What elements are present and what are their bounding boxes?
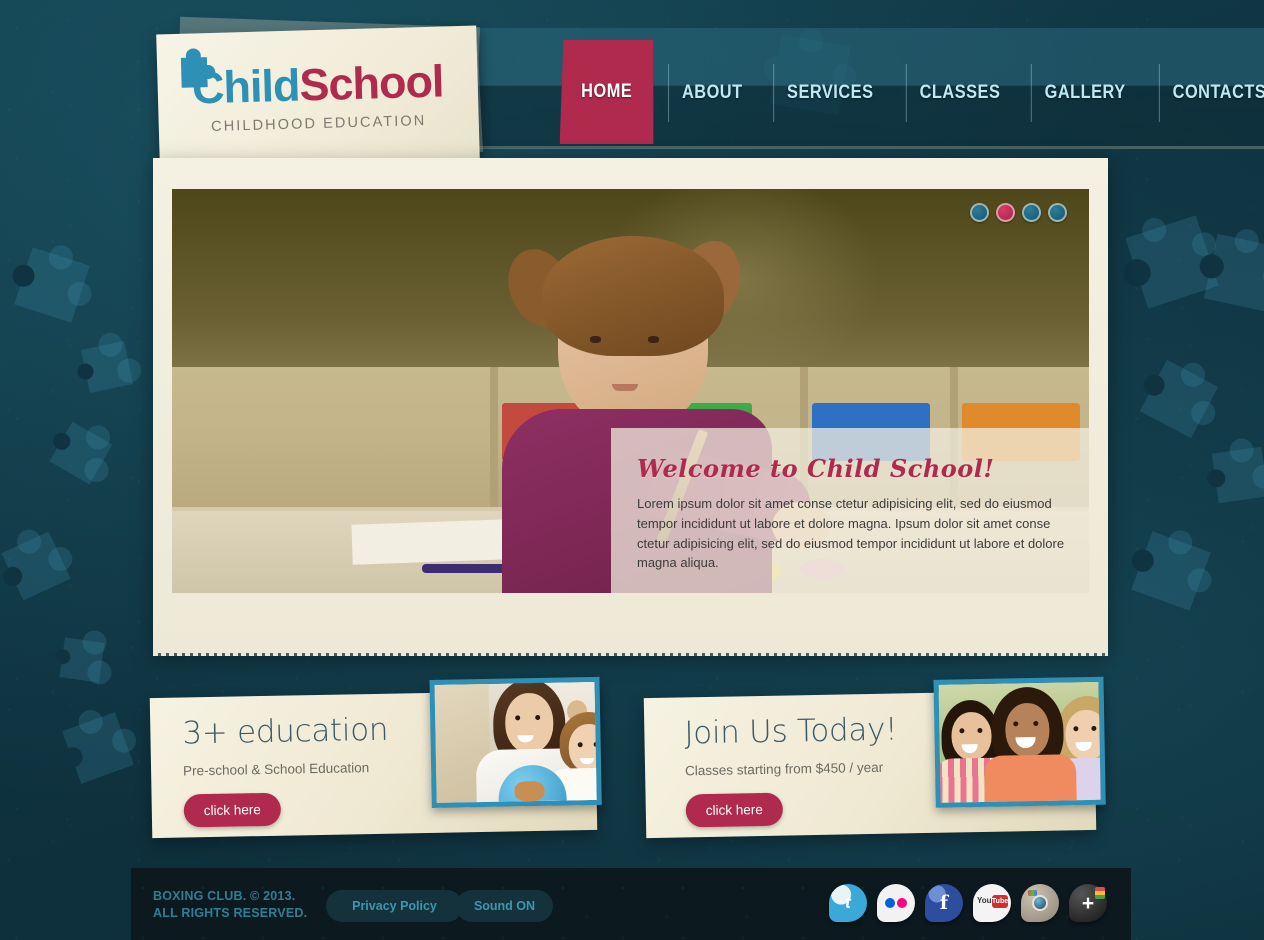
hero-slider[interactable]: Welcome to Child School! Lorem ipsum dol… (172, 189, 1089, 593)
promo-click-here-button[interactable]: click here (183, 792, 282, 828)
promo-content: 3+ education Pre-school & School Educati… (182, 712, 390, 828)
promo-box-join-us: Join Us Today! Classes starting from $45… (643, 676, 1106, 839)
slider-dot-1[interactable] (970, 203, 989, 222)
nav-item-classes[interactable]: CLASSES (905, 44, 1013, 142)
google-stripe (1095, 887, 1105, 899)
slider-dot-2[interactable] (996, 203, 1015, 222)
promo-subtitle: Classes starting from $450 / year (684, 759, 884, 779)
nav-item-services[interactable]: SERVICES (773, 44, 887, 142)
nav-item-contacts[interactable]: CONTACTS (1158, 44, 1264, 142)
slider-caption: Welcome to Child School! Lorem ipsum dol… (611, 428, 1089, 593)
logo[interactable]: ChildSchool CHILDHOOD EDUCATION (156, 25, 480, 168)
privacy-policy-button[interactable]: Privacy Policy (326, 890, 463, 922)
twitter-icon[interactable]: t (829, 884, 867, 922)
mouth (612, 384, 638, 391)
eye (648, 336, 659, 343)
eye (590, 336, 601, 343)
googleplus-icon[interactable]: + (1069, 884, 1107, 922)
girl-face (951, 711, 992, 761)
promo-image-teacher-child (429, 676, 602, 808)
eye (535, 714, 541, 721)
logo-text-school: School (298, 55, 445, 111)
facebook-icon[interactable]: f (925, 884, 963, 922)
eye (515, 715, 521, 721)
youtube-glyph: You (977, 896, 992, 905)
nav-item-about[interactable]: ABOUT (668, 44, 757, 142)
puzzle-decoration (54, 637, 105, 683)
social-links: t f You Tube + (829, 884, 1107, 922)
slider-dot-3[interactable] (1022, 203, 1041, 222)
girl-face (1065, 709, 1106, 761)
eye (1091, 725, 1097, 731)
youtube-icon[interactable]: You Tube (973, 884, 1011, 922)
flickr-icon[interactable] (877, 884, 915, 922)
logo-wordmark: ChildSchool (191, 55, 445, 113)
copyright-line-2: ALL RIGHTS RESERVED. (153, 905, 308, 920)
youtube-tube: Tube (992, 895, 1008, 908)
promo-title: 3+ education (182, 711, 389, 752)
child-face (568, 723, 602, 773)
globe-landmass (514, 780, 545, 802)
promo-image-three-girls (933, 676, 1106, 808)
instagram-icon[interactable] (1021, 884, 1059, 922)
eye (977, 727, 983, 734)
girl-face (1004, 702, 1050, 758)
nav-item-home[interactable]: HOME (559, 40, 654, 144)
puzzle-piece-icon (180, 57, 208, 88)
eye (1073, 726, 1079, 732)
promo-click-here-button[interactable]: click here (685, 792, 784, 828)
eye (1033, 720, 1039, 727)
eye (959, 728, 965, 734)
flickr-dot-pink (897, 898, 907, 908)
flickr-dot-blue (885, 898, 895, 908)
girl-torso (983, 754, 1077, 808)
promo-subtitle: Pre-school & School Education (182, 760, 370, 779)
camera-flash (1028, 890, 1037, 896)
main-content-panel: Welcome to Child School! Lorem ipsum dol… (153, 158, 1108, 656)
slider-caption-title: Welcome to Child School! (637, 454, 995, 483)
main-navigation: HOME ABOUT SERVICES CLASSES GALLERY CONT… (552, 40, 1264, 144)
logo-tagline: CHILDHOOD EDUCATION (210, 112, 427, 135)
puzzle-decoration (1206, 446, 1264, 504)
sound-toggle-button[interactable]: Sound ON (456, 890, 553, 922)
slider-pagination (970, 203, 1067, 222)
nav-bottom-edge (425, 146, 1264, 149)
copyright-line-1: BOXING CLUB. © 2013. (153, 889, 296, 903)
nav-item-gallery[interactable]: GALLERY (1031, 44, 1140, 142)
promo-box-education: 3+ education Pre-school & School Educati… (149, 676, 602, 839)
eye (1013, 721, 1019, 727)
camera-lens (1032, 895, 1048, 911)
teacher-face (504, 692, 554, 754)
site-footer: BOXING CLUB. © 2013. ALL RIGHTS RESERVED… (131, 868, 1131, 940)
site-header: ChildSchool CHILDHOOD EDUCATION HOME ABO… (0, 0, 1264, 169)
slider-caption-text: Lorem ipsum dolor sit amet conse ctetur … (637, 496, 1065, 571)
slider-dot-4[interactable] (1048, 203, 1067, 222)
promo-title: Join Us Today! (684, 711, 898, 752)
puzzle-decoration (75, 340, 134, 394)
copyright: BOXING CLUB. © 2013. ALL RIGHTS RESERVED… (153, 888, 307, 922)
eye (577, 742, 583, 748)
promo-content: Join Us Today! Classes starting from $45… (684, 711, 899, 828)
eye (593, 741, 599, 747)
child-hair (542, 236, 724, 356)
facebook-glyph: f (939, 892, 949, 914)
plus-glyph: + (1081, 891, 1095, 915)
twitter-glyph: t (845, 893, 851, 912)
